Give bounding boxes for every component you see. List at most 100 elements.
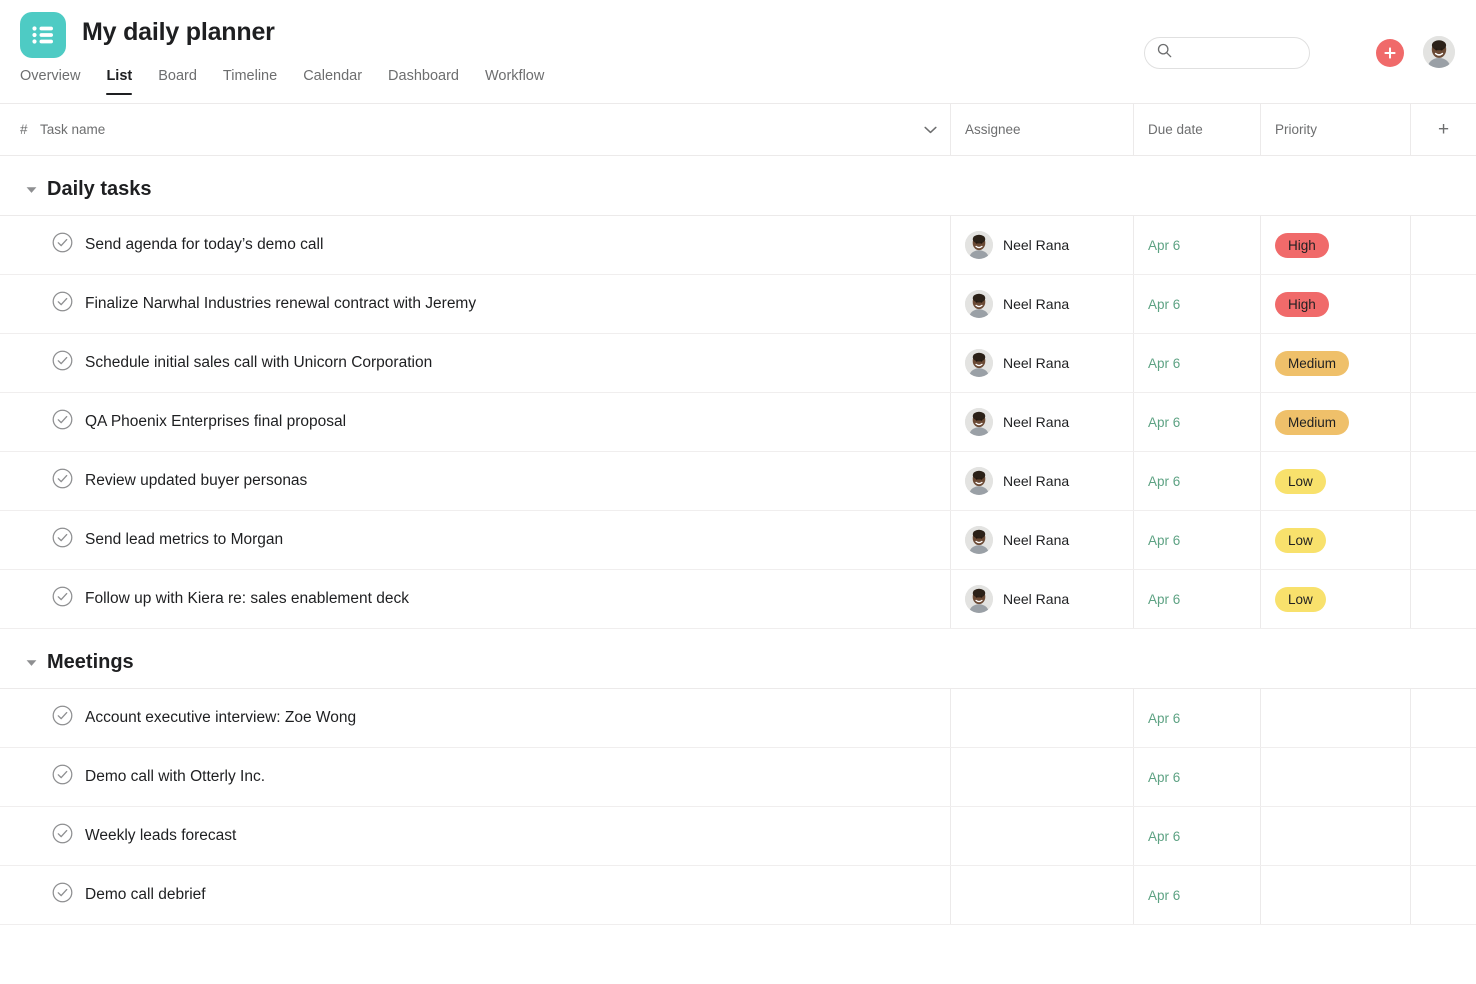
table-row[interactable]: Demo call with Otterly Inc. Apr 6: [0, 748, 1476, 807]
task-name-cell[interactable]: Send lead metrics to Morgan: [0, 511, 950, 569]
task-complete-check-icon[interactable]: [52, 291, 73, 317]
task-name-cell[interactable]: Finalize Narwhal Industries renewal cont…: [0, 275, 950, 333]
column-header-row: # Task name Assignee Due date Priority +: [0, 103, 1476, 156]
task-name-cell[interactable]: Weekly leads forecast: [0, 807, 950, 865]
task-complete-check-icon[interactable]: [52, 350, 73, 376]
priority-cell[interactable]: [1260, 748, 1410, 806]
priority-cell[interactable]: High: [1260, 216, 1410, 274]
collapse-triangle-icon[interactable]: [26, 654, 37, 672]
task-name-cell[interactable]: Send agenda for today’s demo call: [0, 216, 950, 274]
search-input[interactable]: [1180, 45, 1298, 61]
priority-cell[interactable]: Low: [1260, 511, 1410, 569]
due-date-cell[interactable]: Apr 6: [1133, 748, 1260, 806]
table-row[interactable]: Demo call debrief Apr 6: [0, 866, 1476, 925]
priority-cell[interactable]: Medium: [1260, 393, 1410, 451]
tab-board[interactable]: Board: [158, 68, 197, 95]
tab-workflow[interactable]: Workflow: [485, 68, 544, 95]
assignee-cell[interactable]: [950, 807, 1133, 865]
task-complete-check-icon[interactable]: [52, 527, 73, 553]
assignee-cell[interactable]: Neel Rana: [950, 511, 1133, 569]
task-complete-check-icon[interactable]: [52, 468, 73, 494]
column-header-priority[interactable]: Priority: [1260, 103, 1410, 156]
column-header-assignee[interactable]: Assignee: [950, 103, 1133, 156]
assignee-cell[interactable]: Neel Rana: [950, 452, 1133, 510]
section-header[interactable]: Meetings: [0, 629, 1476, 688]
task-complete-check-icon[interactable]: [52, 882, 73, 908]
search-icon: [1157, 43, 1172, 63]
task-complete-check-icon[interactable]: [52, 764, 73, 790]
due-date-cell[interactable]: Apr 6: [1133, 689, 1260, 747]
tab-calendar[interactable]: Calendar: [303, 68, 362, 95]
table-row[interactable]: Follow up with Kiera re: sales enablemen…: [0, 570, 1476, 629]
due-date-cell[interactable]: Apr 6: [1133, 275, 1260, 333]
user-avatar[interactable]: [1423, 36, 1455, 68]
assignee-cell[interactable]: [950, 866, 1133, 924]
task-complete-check-icon[interactable]: [52, 823, 73, 849]
assignee-cell[interactable]: Neel Rana: [950, 570, 1133, 628]
task-name-cell[interactable]: QA Phoenix Enterprises final proposal: [0, 393, 950, 451]
due-date-cell[interactable]: Apr 6: [1133, 807, 1260, 865]
sort-chevron-down-icon[interactable]: [910, 104, 950, 156]
assignee-cell[interactable]: Neel Rana: [950, 334, 1133, 392]
tab-timeline[interactable]: Timeline: [223, 68, 277, 95]
collapse-triangle-icon[interactable]: [26, 181, 37, 199]
due-date-cell[interactable]: Apr 6: [1133, 452, 1260, 510]
priority-cell[interactable]: [1260, 807, 1410, 865]
table-row[interactable]: Send agenda for today’s demo call Neel Ra…: [0, 216, 1476, 275]
priority-badge[interactable]: Medium: [1275, 350, 1350, 376]
task-name-cell[interactable]: Account executive interview: Zoe Wong: [0, 689, 950, 747]
table-row[interactable]: Send lead metrics to Morgan Neel Rana Apr …: [0, 511, 1476, 570]
tab-list[interactable]: List: [106, 68, 132, 95]
priority-cell[interactable]: Medium: [1260, 334, 1410, 392]
task-name-cell[interactable]: Demo call with Otterly Inc.: [0, 748, 950, 806]
task-complete-check-icon[interactable]: [52, 232, 73, 258]
section-header[interactable]: Daily tasks: [0, 156, 1476, 215]
due-date-cell[interactable]: Apr 6: [1133, 393, 1260, 451]
priority-cell[interactable]: Low: [1260, 452, 1410, 510]
priority-badge[interactable]: High: [1275, 232, 1329, 258]
priority-badge[interactable]: Low: [1275, 527, 1326, 553]
due-date-cell[interactable]: Apr 6: [1133, 866, 1260, 924]
due-date-cell[interactable]: Apr 6: [1133, 511, 1260, 569]
due-date-cell[interactable]: Apr 6: [1133, 570, 1260, 628]
priority-cell[interactable]: [1260, 866, 1410, 924]
assignee-cell[interactable]: [950, 689, 1133, 747]
tab-dashboard[interactable]: Dashboard: [388, 68, 459, 95]
task-name-cell[interactable]: Demo call debrief: [0, 866, 950, 924]
assignee-name: Neel Rana: [1003, 355, 1070, 371]
task-name-label: Schedule initial sales call with Unicorn…: [85, 354, 433, 371]
task-name-cell[interactable]: Review updated buyer personas: [0, 452, 950, 510]
priority-badge[interactable]: Low: [1275, 586, 1326, 612]
due-date-cell[interactable]: Apr 6: [1133, 334, 1260, 392]
due-date-cell[interactable]: Apr 6: [1133, 216, 1260, 274]
table-row[interactable]: Finalize Narwhal Industries renewal cont…: [0, 275, 1476, 334]
assignee-cell[interactable]: Neel Rana: [950, 393, 1133, 451]
tab-overview[interactable]: Overview: [20, 68, 80, 95]
task-name-cell[interactable]: Follow up with Kiera re: sales enablemen…: [0, 570, 950, 628]
priority-cell[interactable]: Low: [1260, 570, 1410, 628]
add-column-button[interactable]: +: [1410, 103, 1476, 156]
task-name-cell[interactable]: Schedule initial sales call with Unicorn…: [0, 334, 950, 392]
assignee-avatar: [965, 408, 993, 436]
task-complete-check-icon[interactable]: [52, 586, 73, 612]
table-row[interactable]: QA Phoenix Enterprises final proposal Nee…: [0, 393, 1476, 452]
task-complete-check-icon[interactable]: [52, 705, 73, 731]
table-row[interactable]: Schedule initial sales call with Unicorn…: [0, 334, 1476, 393]
priority-cell[interactable]: [1260, 689, 1410, 747]
priority-badge[interactable]: Low: [1275, 468, 1326, 494]
task-complete-check-icon[interactable]: [52, 409, 73, 435]
assignee-cell[interactable]: [950, 748, 1133, 806]
priority-badge[interactable]: High: [1275, 291, 1329, 317]
column-header-due-date[interactable]: Due date: [1133, 103, 1260, 156]
search-box[interactable]: [1144, 37, 1310, 69]
assignee-cell[interactable]: Neel Rana: [950, 275, 1133, 333]
table-row[interactable]: Account executive interview: Zoe Wong Apr…: [0, 689, 1476, 748]
table-row[interactable]: Weekly leads forecast Apr 6: [0, 807, 1476, 866]
add-task-button[interactable]: [1376, 39, 1404, 67]
assignee-cell[interactable]: Neel Rana: [950, 216, 1133, 274]
priority-badge[interactable]: Medium: [1275, 409, 1350, 435]
row-end-cell: [1410, 275, 1476, 333]
table-row[interactable]: Review updated buyer personas Neel Rana Ap…: [0, 452, 1476, 511]
plus-icon: +: [1437, 119, 1450, 140]
priority-cell[interactable]: High: [1260, 275, 1410, 333]
